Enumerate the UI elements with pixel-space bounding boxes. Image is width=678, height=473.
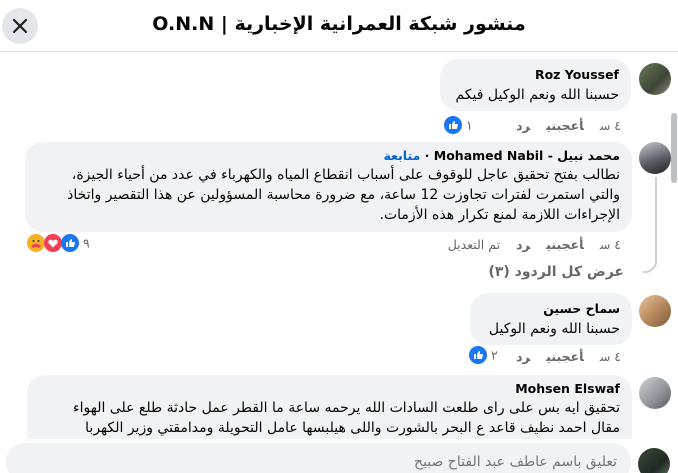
view-all-replies-link[interactable]: عرض كل الردود (٣) [488, 264, 624, 280]
avatar[interactable] [639, 142, 671, 174]
comment-text-line: نطالب بفتح تحقيق عاجل للوقوف على أسباب ا… [71, 167, 620, 183]
close-button[interactable] [2, 8, 38, 44]
comment-actions: ٤ س أعجبني رد [500, 118, 621, 138]
comment-author-name[interactable]: محمد نبيل - Mohamed Nabil [434, 148, 620, 163]
love-icon [43, 234, 62, 252]
reaction-count: ٩ [82, 235, 90, 251]
scrollbar[interactable] [671, 113, 677, 183]
reaction-summary[interactable]: ٢ [469, 346, 498, 366]
like-button[interactable]: أعجبني [546, 237, 584, 252]
reply-button[interactable]: رد [516, 118, 530, 133]
post-title: منشور شبكة العمرانية الإخبارية | O.N.N [152, 13, 526, 35]
comment-author[interactable]: Roz Youssef [452, 67, 619, 82]
avatar[interactable] [639, 295, 671, 327]
comment-text: حسبنا الله ونعم الوكيل [488, 321, 620, 337]
avatar[interactable] [639, 377, 671, 409]
comment-text-line: تحقيق ايه بس على راى طلعت السادات الله ي… [73, 400, 620, 416]
comments-list[interactable]: Roz Youssef حسبنا الله ونعم الوكيل فيكم … [0, 53, 678, 439]
dialog-header: منشور شبكة العمرانية الإخبارية | O.N.N [0, 0, 678, 52]
reaction-count: ١ [465, 117, 473, 133]
comment-text-line: والتي استمرت لفترات تجاوزت 12 ساعة، مع ض… [67, 187, 620, 203]
reaction-summary[interactable]: ٩ [27, 234, 90, 254]
comment-bubble: محمد نبيل - Mohamed Nabil · متابعة نطالب… [25, 142, 632, 232]
follow-button[interactable]: متابعة [383, 148, 420, 163]
comment-text-line: مقال احمد نظيف قاعد ع البحر بالشورت والل… [85, 420, 620, 436]
comment-input[interactable] [6, 443, 631, 473]
comment-author[interactable]: محمد نبيل - Mohamed Nabil · متابعة [37, 148, 620, 163]
reply-button[interactable]: رد [516, 349, 530, 364]
comment-text: حسبنا الله ونعم الوكيل فيكم [455, 87, 619, 103]
reaction-count: ٢ [490, 347, 498, 363]
edited-label: تم التعديل [447, 237, 501, 252]
comment-time[interactable]: ٤ س [600, 118, 621, 133]
comment-text-line: الإجراءات اللازمة لمنع تكرار هذه الأزمات… [379, 207, 620, 223]
like-icon [444, 116, 462, 134]
like-icon [469, 346, 487, 364]
comment-author[interactable]: سماح حسين [482, 301, 620, 316]
like-icon [60, 234, 79, 252]
comment-time[interactable]: ٤ س [600, 349, 621, 364]
comment-composer [0, 439, 678, 473]
comment-actions: ٤ س أعجبني رد تم التعديل [432, 237, 621, 257]
comment-author[interactable]: Mohsen Elswaf [39, 381, 620, 396]
care-icon [27, 234, 45, 252]
reaction-summary[interactable]: ١ [444, 116, 473, 136]
reply-button[interactable]: رد [516, 237, 530, 252]
like-button[interactable]: أعجبني [546, 349, 584, 364]
comment-bubble: Mohsen Elswaf تحقيق ايه بس على راى طلعت … [27, 375, 632, 439]
avatar[interactable] [639, 63, 671, 95]
comment-actions: ٤ س أعجبني رد [500, 349, 621, 369]
thread-connector [643, 177, 657, 273]
comment-time[interactable]: ٤ س [600, 237, 621, 252]
avatar [638, 448, 670, 473]
comment-bubble: Roz Youssef حسبنا الله ونعم الوكيل فيكم [440, 59, 631, 111]
comment-bubble: سماح حسين حسبنا الله ونعم الوكيل [470, 293, 632, 345]
like-button[interactable]: أعجبني [546, 118, 584, 133]
close-icon [13, 19, 27, 33]
